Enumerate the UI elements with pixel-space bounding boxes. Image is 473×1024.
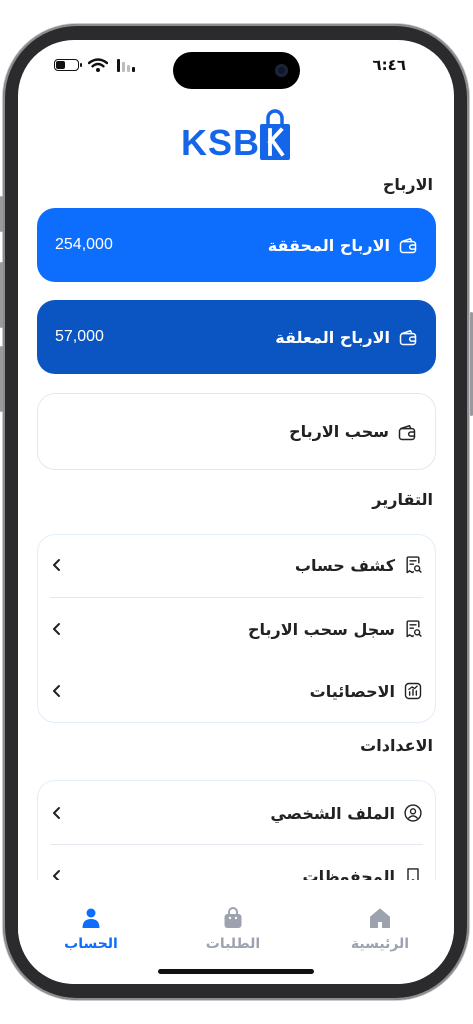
shopping-bag-icon: [224, 907, 242, 928]
tab-home[interactable]: الرئيسية: [330, 906, 430, 952]
status-time: ٦:٤٦: [372, 56, 406, 74]
wallet-icon: [398, 424, 416, 440]
logo-bag-icon: [260, 109, 290, 160]
chart-icon: [404, 682, 422, 700]
chevron-left-icon: [53, 807, 60, 819]
status-icons: [54, 58, 135, 72]
realized-earnings-label: الارباح المحققة: [267, 235, 390, 255]
realized-earnings-value: 254,000: [55, 236, 113, 253]
earnings-section-title: الارباح: [382, 175, 433, 194]
chevron-left-icon: [53, 685, 60, 697]
settings-item-profile[interactable]: الملف الشخصي: [50, 783, 423, 843]
home-indicator: [158, 969, 314, 974]
tab-orders[interactable]: الطلبات: [183, 906, 283, 952]
home-icon: [370, 908, 390, 928]
battery-icon: [54, 59, 82, 71]
volume-down-button: [0, 346, 3, 412]
wifi-icon: [88, 58, 108, 72]
settings-section-title: الاعدادات: [360, 736, 433, 755]
pending-earnings-card[interactable]: 57,000 الارباح المعلقة: [37, 300, 436, 374]
chevron-left-icon: [53, 623, 60, 635]
report-item-label: الاحصائيات: [309, 681, 395, 701]
reports-list: كشف حساب سجل سحب الارباح الاحصائيات: [37, 534, 436, 723]
wallet-icon: [399, 330, 417, 346]
tab-label: الحساب: [64, 936, 118, 952]
reports-section-title: التقارير: [372, 490, 433, 509]
dynamic-island: [173, 52, 300, 89]
ksb-logo: KSB: [178, 104, 298, 164]
settings-item-label: الملف الشخصي: [270, 803, 395, 823]
realized-earnings-card[interactable]: 254,000 الارباح المحققة: [37, 208, 436, 282]
chevron-left-icon: [53, 559, 60, 571]
bottom-tab-bar: الحساب الطلبات الرئيسية: [18, 880, 454, 984]
list-divider: [50, 597, 423, 598]
wallet-icon: [399, 238, 417, 254]
receipt-search-icon: [406, 620, 422, 638]
app-screen: ٦:٤٦ KSB الارباح 254,000 الارباح المحققة…: [18, 40, 454, 984]
logo-text: KSB: [181, 122, 261, 163]
report-item-withdraw-history[interactable]: سجل سحب الارباح: [50, 599, 423, 659]
camera-icon: [275, 64, 288, 77]
report-item-statistics[interactable]: الاحصائيات: [50, 661, 423, 721]
list-divider: [50, 844, 423, 845]
cellular-signal-icon: [117, 58, 135, 72]
report-item-account-statement[interactable]: كشف حساب: [50, 535, 423, 595]
withdraw-earnings-button[interactable]: سحب الارباح: [37, 393, 436, 470]
receipt-search-icon: [406, 556, 422, 574]
tab-account[interactable]: الحساب: [41, 906, 141, 952]
pending-earnings-value: 57,000: [55, 328, 104, 345]
report-item-label: سجل سحب الارباح: [247, 619, 395, 639]
pending-earnings-label: الارباح المعلقة: [275, 327, 390, 347]
tab-label: الطلبات: [205, 936, 261, 952]
volume-up-button: [0, 262, 3, 328]
report-item-label: كشف حساب: [294, 555, 395, 575]
person-icon: [82, 908, 100, 928]
tab-label: الرئيسية: [350, 936, 410, 952]
action-button: [0, 196, 3, 232]
user-circle-icon: [404, 804, 422, 822]
withdraw-earnings-label: سحب الارباح: [289, 422, 389, 441]
